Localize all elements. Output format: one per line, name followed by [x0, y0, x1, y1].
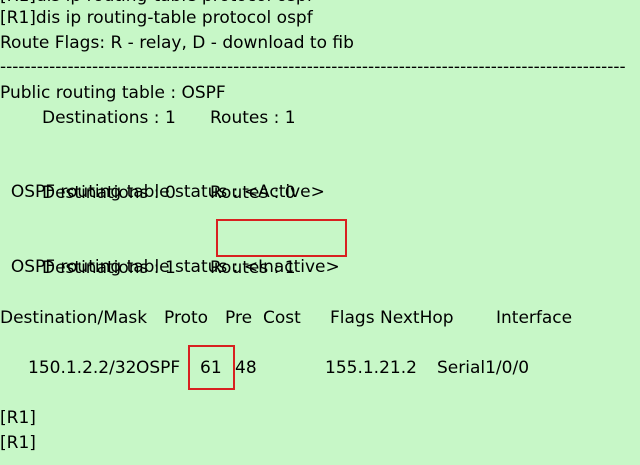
- public-table-title: Public routing table : OSPF: [0, 83, 226, 103]
- pre-highlight-box: [188, 345, 235, 390]
- divider-line: ----------------------------------------…: [0, 57, 626, 77]
- column-flags-nexthop: Flags NextHop: [330, 308, 454, 328]
- row-destination: 150.1.2.2/32: [28, 358, 137, 378]
- active-routes: Routes : 0: [210, 183, 296, 203]
- column-pre: Pre: [225, 308, 253, 328]
- command-line: [R1]dis ip routing-table protocol ospf: [0, 8, 313, 28]
- active-status-line: OSPF routing table status : <Active>: [0, 156, 325, 202]
- prompt-line[interactable]: [R1]: [0, 431, 36, 455]
- column-interface: Interface: [496, 308, 573, 328]
- inactive-destinations: Destinations : 1: [42, 258, 176, 278]
- column-proto: Proto: [164, 308, 209, 328]
- column-cost: Cost: [263, 308, 301, 328]
- inactive-routes: Routes : 1: [210, 258, 296, 278]
- inactive-highlight-box: [216, 219, 347, 257]
- route-flags-line: Route Flags: R - relay, D - download to …: [0, 33, 354, 53]
- row-nexthop: 155.1.21.2: [325, 358, 417, 378]
- active-destinations: Destinations : 0: [42, 183, 176, 203]
- public-routes: Routes : 1: [210, 108, 296, 128]
- row-interface: Serial1/0/0: [437, 358, 530, 378]
- prompt-line[interactable]: [R1]: [0, 406, 36, 430]
- public-destinations: Destinations : 1: [42, 108, 176, 128]
- column-destination-mask: Destination/Mask: [0, 308, 148, 328]
- row-cost: 48: [235, 358, 257, 378]
- row-proto: OSPF: [136, 358, 181, 378]
